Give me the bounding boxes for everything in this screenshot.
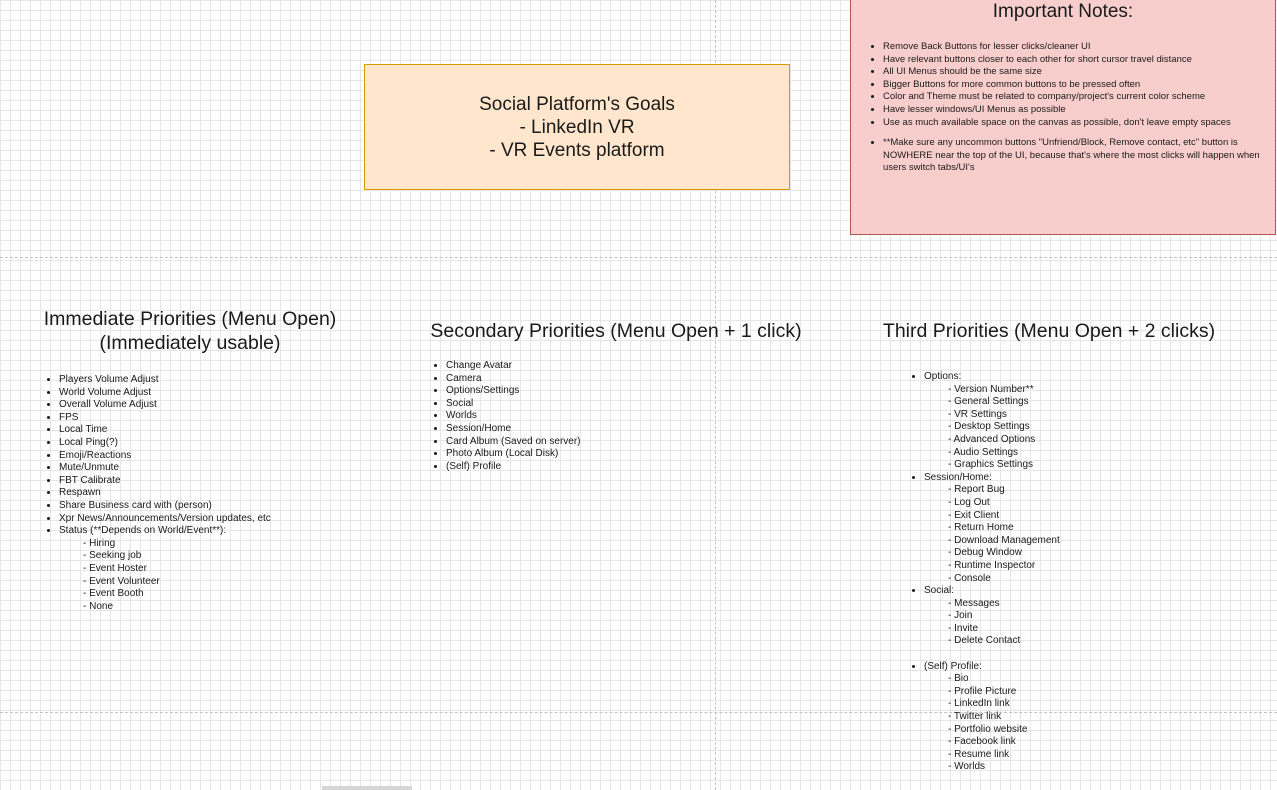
sub-item: - Join [948, 610, 973, 622]
notes-list: Remove Back Buttons for lesser clicks/cl… [851, 41, 1275, 175]
sub-item: - Debug Window [948, 547, 1022, 559]
sub-item: - Desktop Settings [948, 421, 1030, 433]
list-item: Photo Album (Local Disk) [446, 448, 581, 461]
goals-line: - LinkedIn VR [519, 116, 635, 138]
list-item: Change Avatar [446, 360, 581, 373]
sub-item: - Console [948, 572, 991, 584]
note-item: Bigger Buttons for more common buttons t… [883, 79, 1275, 92]
sub-item: - Download Management [948, 534, 1060, 546]
goals-box[interactable]: Social Platform's Goals - LinkedIn VR - … [364, 64, 790, 190]
sub-item: - Version Number** [948, 383, 1034, 395]
sub-item: - Report Bug [948, 484, 1005, 496]
list-item: Emoji/Reactions [59, 450, 271, 463]
note-item: Color and Theme must be related to compa… [883, 91, 1275, 104]
note-item: Have relevant buttons closer to each oth… [883, 54, 1275, 67]
list-item: World Volume Adjust [59, 387, 271, 400]
goals-title: Social Platform's Goals [479, 93, 675, 115]
immediate-list: Players Volume Adjust World Volume Adjus… [44, 374, 271, 613]
notes-title: Important Notes: [992, 1, 1134, 22]
sub-item: - Return Home [948, 522, 1014, 534]
secondary-title: Secondary Priorities (Menu Open + 1 clic… [430, 320, 802, 342]
list-item: Worlds [446, 410, 581, 423]
sub-item: - Messages [948, 597, 1000, 609]
sub-item: - LinkedIn link [948, 698, 1010, 710]
note-item: Use as much available space on the canva… [883, 117, 1275, 130]
sub-item: - Portfolio website [948, 723, 1028, 735]
list-item: Mute/Unmute [59, 462, 271, 475]
status-option: - Event Booth [83, 588, 144, 600]
status-option: - None [83, 600, 114, 612]
note-item: All UI Menus should be the same size [883, 66, 1275, 79]
note-item: Have lesser windows/UI Menus as possible [883, 104, 1275, 117]
list-item: Local Time [59, 424, 271, 437]
list-item: Local Ping(?) [59, 437, 271, 450]
list-item-status: Status (**Depends on World/Event**): - H… [59, 525, 271, 613]
group-label: Options: [924, 371, 962, 382]
sub-item: - Graphics Settings [948, 459, 1034, 471]
sub-item: - Delete Contact [948, 635, 1021, 647]
sub-item: - General Settings [948, 396, 1029, 408]
list-item: Respawn [59, 487, 271, 500]
sub-item: - Bio [948, 673, 969, 685]
list-item-options: Options: - Version Number** - General Se… [924, 371, 1060, 472]
list-item: Card Album (Saved on server) [446, 436, 581, 449]
status-label: Status (**Depends on World/Event**): [59, 525, 227, 537]
third-list: Options: - Version Number** - General Se… [909, 371, 1060, 774]
list-item: Overall Volume Adjust [59, 399, 271, 412]
sub-item: - Twitter link [948, 711, 1002, 723]
list-item: Camera [446, 373, 581, 386]
sub-item: - Log Out [948, 496, 990, 508]
page-divider-horizontal-bottom [0, 712, 1277, 713]
list-item: Share Business card with (person) [59, 500, 271, 513]
list-item: Players Volume Adjust [59, 374, 271, 387]
note-item: Remove Back Buttons for lesser clicks/cl… [883, 41, 1275, 54]
list-item: Xpr News/Announcements/Version updates, … [59, 513, 271, 526]
secondary-list: Change Avatar Camera Options/Settings So… [431, 360, 581, 473]
notes-box[interactable]: Important Notes: Remove Back Buttons for… [850, 0, 1276, 235]
list-item: Session/Home [446, 423, 581, 436]
sub-item: - Worlds [948, 761, 986, 773]
sub-item: - Exit Client [948, 509, 1000, 521]
list-item-profile: (Self) Profile: - Bio - Profile Picture … [924, 661, 1060, 774]
sub-item: - Audio Settings [948, 446, 1019, 458]
list-item: FBT Calibrate [59, 475, 271, 488]
list-item-social: Social: - Messages - Join - Invite - Del… [924, 585, 1060, 648]
list-item-session: Session/Home: - Report Bug - Log Out - E… [924, 472, 1060, 585]
status-option: - Seeking job [83, 550, 142, 562]
group-label: Session/Home: [924, 471, 992, 483]
third-title: Third Priorities (Menu Open + 2 clicks) [882, 320, 1216, 342]
status-option: - Event Hoster [83, 562, 147, 574]
immediate-title-line: (Immediately usable) [99, 332, 281, 354]
list-item: Options/Settings [446, 385, 581, 398]
list-item: FPS [59, 412, 271, 425]
sub-item: - Resume link [948, 748, 1010, 760]
sub-item: - Facebook link [948, 736, 1016, 748]
list-item: (Self) Profile [446, 461, 581, 474]
sub-item: - VR Settings [948, 408, 1007, 420]
sub-item: - Runtime Inspector [948, 559, 1036, 571]
goals-line: - VR Events platform [489, 139, 665, 161]
note-item: **Make sure any uncommon buttons "Unfrie… [883, 137, 1275, 175]
sub-item: - Advanced Options [948, 433, 1036, 445]
status-option: - Event Volunteer [83, 575, 160, 587]
sub-item: - Invite [948, 622, 979, 634]
page-divider-horizontal-top [0, 257, 1277, 258]
immediate-title: Immediate Priorities (Menu Open) (Immedi… [30, 307, 350, 355]
group-label: (Self) Profile: [924, 660, 982, 672]
horizontal-scrollbar-thumb[interactable] [322, 786, 412, 790]
sub-item: - Profile Picture [948, 685, 1017, 697]
immediate-title-line: Immediate Priorities (Menu Open) [43, 308, 337, 330]
list-item: Social [446, 398, 581, 411]
group-label: Social: [924, 585, 955, 597]
status-option: - Hiring [83, 537, 116, 549]
